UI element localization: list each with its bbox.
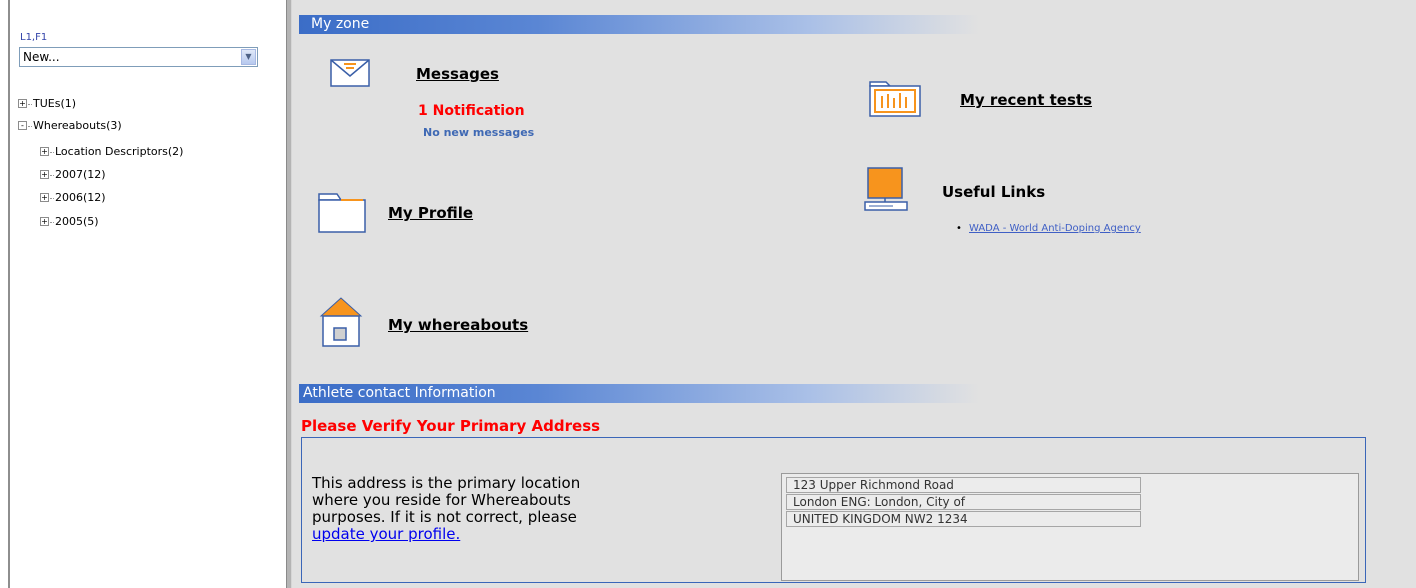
- tree-item-whereabouts[interactable]: - Whereabouts(3): [18, 118, 122, 134]
- address-line-3: UNITED KINGDOM NW2 1234: [786, 511, 1141, 527]
- messages-status: No new messages: [423, 126, 535, 139]
- tree-item-label[interactable]: Location Descriptors(2): [55, 145, 183, 158]
- useful-links-title: Useful Links: [942, 183, 1046, 201]
- address-description: This address is the primary location whe…: [312, 474, 581, 543]
- tree-item-label[interactable]: 2006(12): [55, 191, 106, 204]
- notification-count[interactable]: 1 Notification: [418, 103, 525, 119]
- tree-item-location-descriptors[interactable]: + Location Descriptors(2): [40, 144, 183, 160]
- expand-icon[interactable]: +: [40, 192, 49, 202]
- expand-icon[interactable]: +: [40, 216, 49, 226]
- left-border: [8, 0, 10, 588]
- collapse-icon[interactable]: -: [18, 120, 27, 130]
- main-content: My zone Messages 1 Notification No new m…: [292, 0, 1416, 588]
- address-line-2: London ENG: London, City of: [786, 494, 1141, 510]
- computer-icon: [864, 167, 908, 211]
- my-profile-link[interactable]: My Profile: [388, 204, 473, 222]
- expand-icon[interactable]: +: [18, 98, 27, 108]
- house-icon[interactable]: [319, 296, 363, 348]
- tree-item-2007[interactable]: +2007(12): [40, 167, 106, 183]
- tree-item-label[interactable]: Whereabouts(3): [33, 119, 122, 132]
- new-item-select[interactable]: New... ▼: [19, 47, 258, 67]
- messages-link[interactable]: Messages: [416, 65, 499, 83]
- address-line-1: 123 Upper Richmond Road: [786, 477, 1141, 493]
- tree-item-2005[interactable]: +2005(5): [40, 214, 99, 230]
- update-profile-link[interactable]: update your profile.: [312, 525, 460, 543]
- expand-icon[interactable]: +: [40, 169, 49, 179]
- tree-item-2006[interactable]: +2006(12): [40, 190, 106, 206]
- tree-item-label[interactable]: 2007(12): [55, 168, 106, 181]
- new-item-select-value: New...: [23, 50, 60, 64]
- user-label: L1,F1: [20, 32, 48, 43]
- tree-item-tues[interactable]: + TUEs(1): [18, 96, 76, 112]
- chevron-down-icon[interactable]: ▼: [241, 49, 256, 65]
- expand-icon[interactable]: +: [40, 146, 49, 156]
- my-zone-header: My zone: [299, 15, 979, 34]
- folder-icon[interactable]: [317, 190, 369, 234]
- tree-item-label[interactable]: TUEs(1): [33, 97, 76, 110]
- address-panel: 123 Upper Richmond Road London ENG: Lond…: [781, 473, 1359, 581]
- contact-info-header: Athlete contact Information: [299, 384, 979, 403]
- folder-chart-icon[interactable]: [868, 78, 924, 118]
- envelope-icon[interactable]: [330, 56, 372, 88]
- sidebar: L1,F1 New... ▼ + TUEs(1) - Whereabouts(3) …: [18, 0, 284, 588]
- tree-item-label[interactable]: 2005(5): [55, 215, 99, 228]
- address-box: This address is the primary location whe…: [301, 437, 1366, 583]
- verify-address-title: Please Verify Your Primary Address: [301, 417, 601, 435]
- wada-link[interactable]: WADA - World Anti-Doping Agency: [969, 223, 1141, 234]
- my-whereabouts-link[interactable]: My whereabouts: [388, 316, 528, 334]
- recent-tests-link[interactable]: My recent tests: [960, 91, 1092, 109]
- bullet: •: [956, 223, 962, 234]
